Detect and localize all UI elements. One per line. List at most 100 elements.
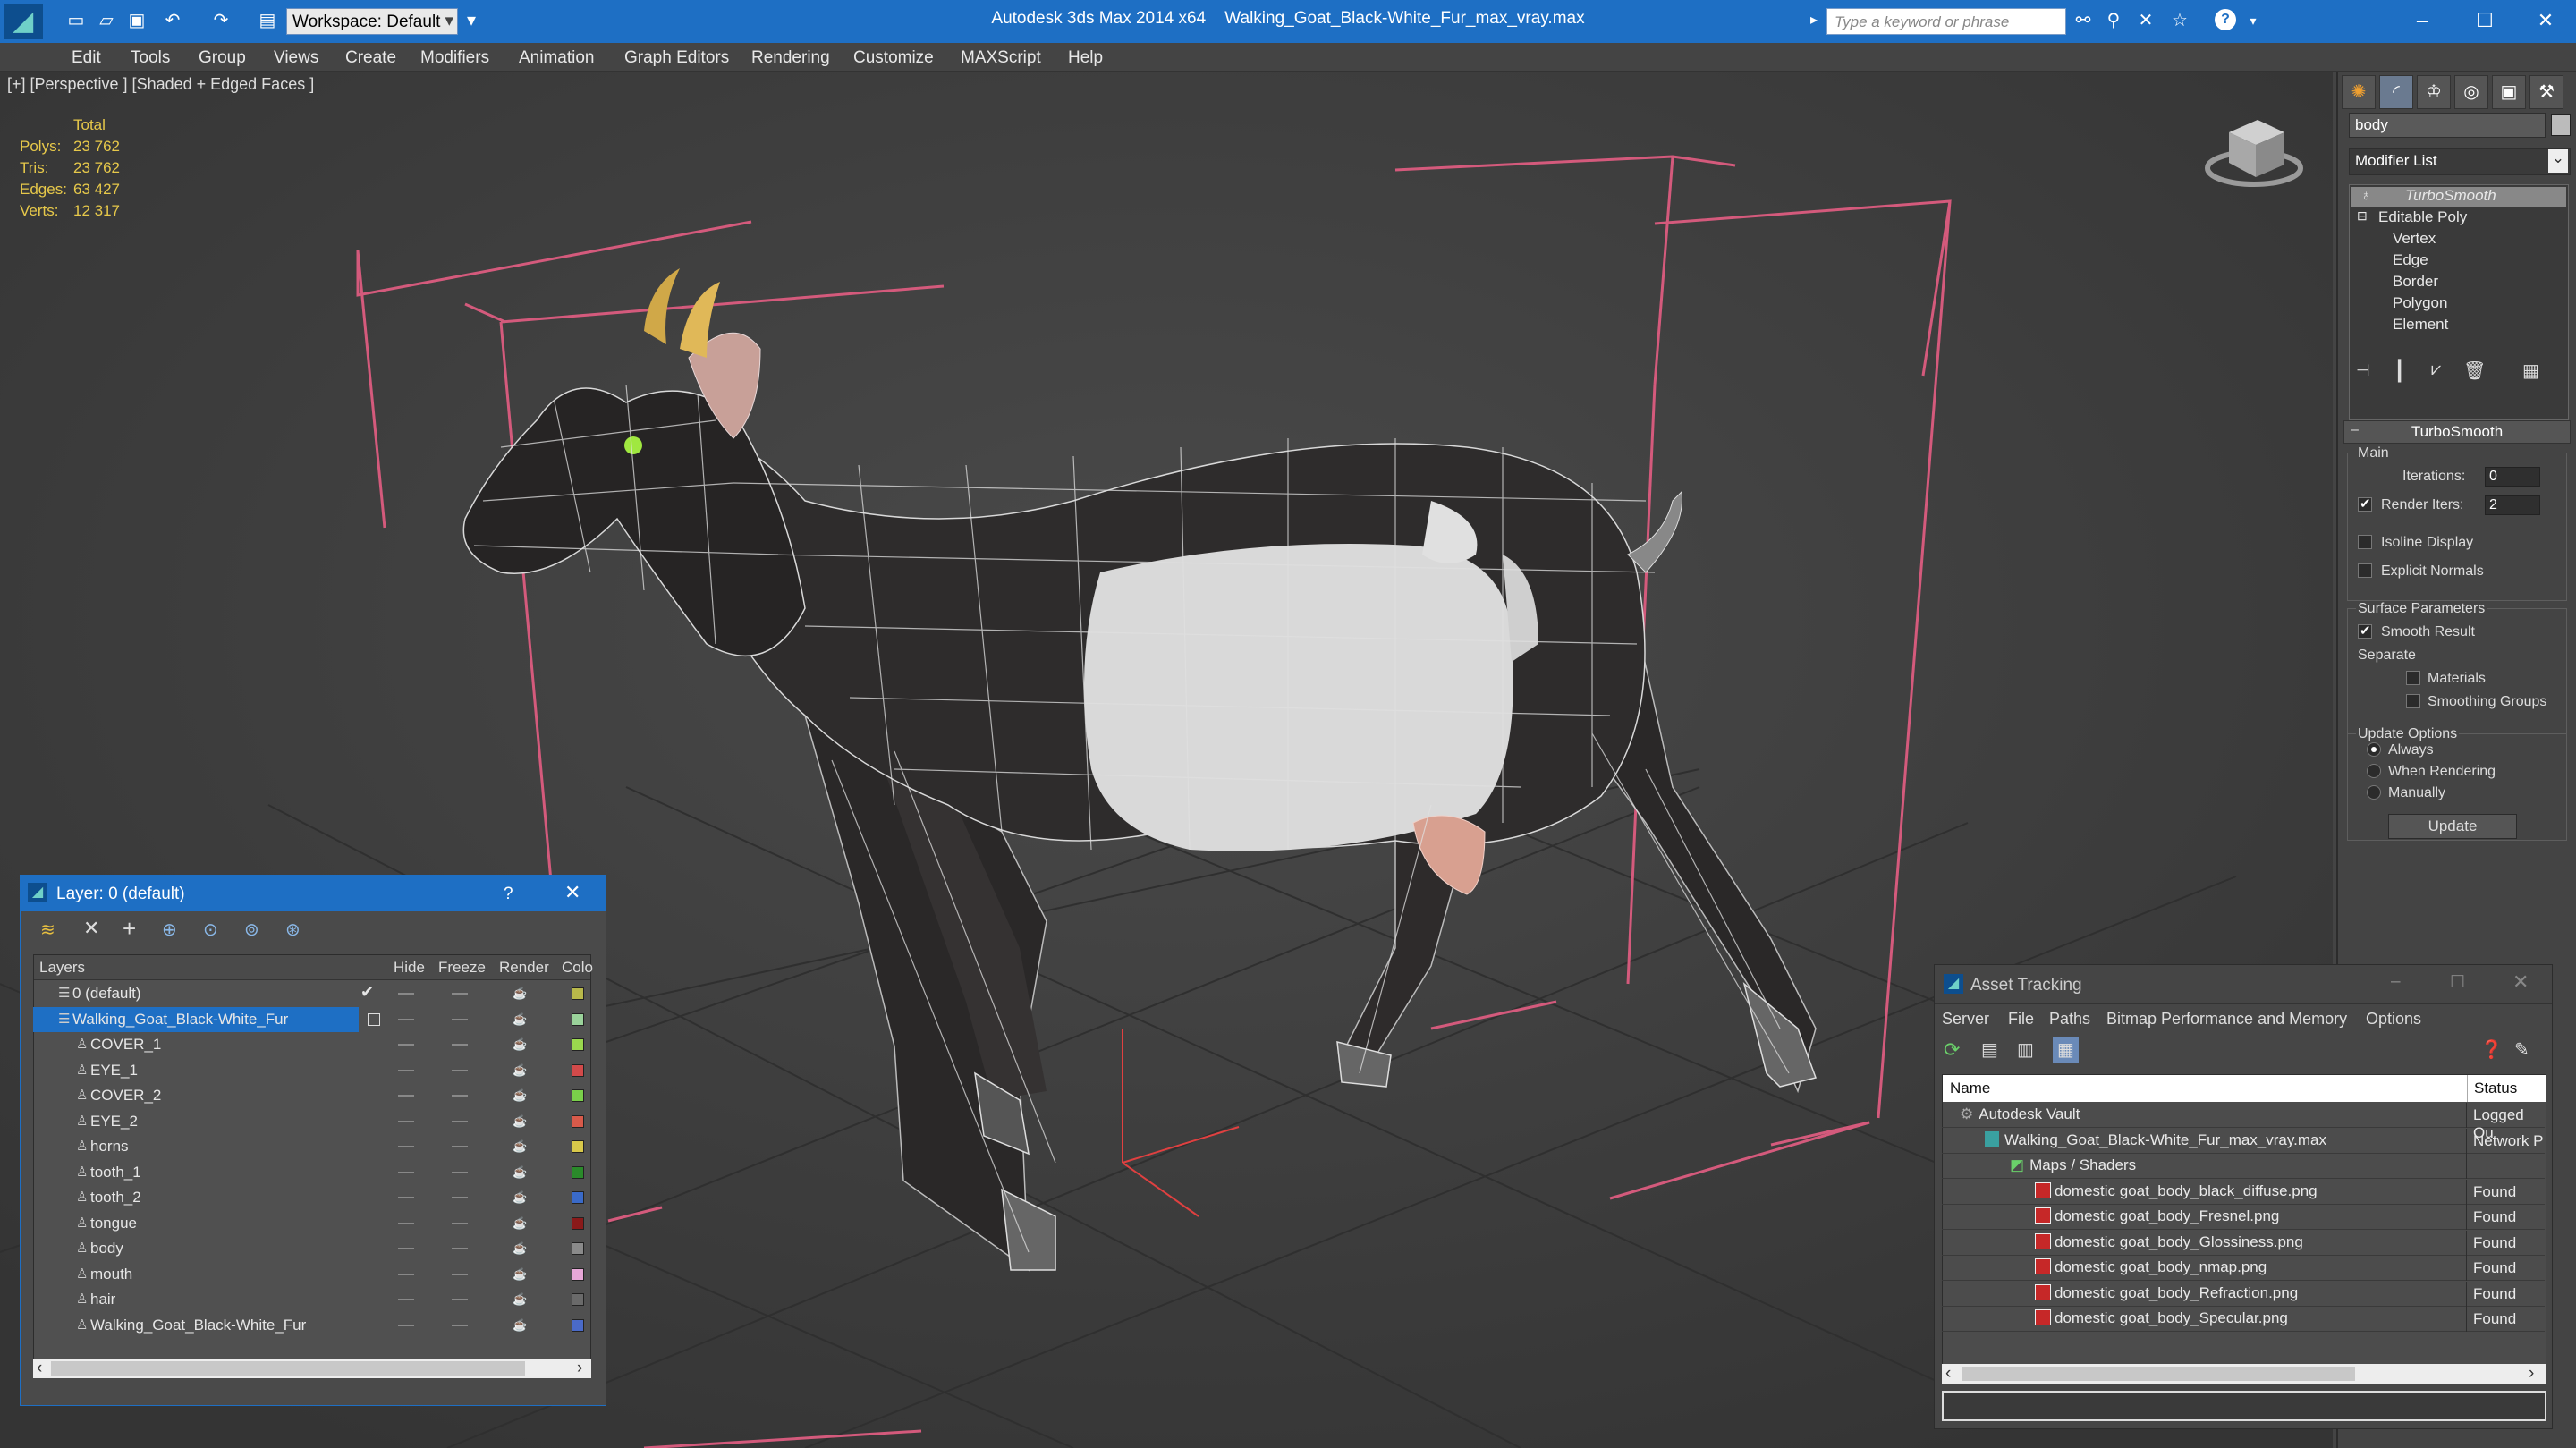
freeze-toggle[interactable] <box>452 1324 468 1326</box>
layer-row[interactable]: ♙ body ☕ <box>33 1236 591 1261</box>
layer-row[interactable]: ♙ tooth_2 ☕ <box>33 1185 591 1210</box>
hide-toggle[interactable] <box>398 1069 414 1071</box>
asset-close-button[interactable]: ✕ <box>2512 970 2529 994</box>
favorites-star-icon[interactable]: ☆ <box>2168 9 2191 32</box>
menu-rendering[interactable]: Rendering <box>751 48 830 68</box>
freeze-toggle[interactable] <box>452 1044 468 1046</box>
scroll-right-icon[interactable]: › <box>2529 1364 2534 1384</box>
render-iters-checkbox[interactable] <box>2358 495 2372 512</box>
freeze-toggle[interactable] <box>452 993 468 995</box>
stack-item-editable-poly[interactable]: Editable Poly <box>2378 208 2467 226</box>
asset-path-field[interactable] <box>1942 1391 2546 1421</box>
hide-toggle[interactable] <box>398 1324 414 1326</box>
subobject-polygon[interactable]: Polygon <box>2393 294 2447 312</box>
lightbulb-icon[interactable]: ♁ <box>2360 187 2372 205</box>
subobject-edge[interactable]: Edge <box>2393 251 2428 269</box>
save-file-icon[interactable]: ▣ <box>125 9 148 32</box>
menu-views[interactable]: Views <box>274 48 318 68</box>
viewport-label[interactable]: [+] [Perspective ] [Shaded + Edged Faces… <box>7 75 314 94</box>
asset-row[interactable]: domestic goat_body_Refraction.png Found <box>1942 1281 2545 1307</box>
layer-close-button[interactable]: ✕ <box>564 881 580 904</box>
asset-window-titlebar[interactable]: ◢ Asset Tracking – ☐ ✕ <box>1935 965 2552 1004</box>
hide-toggle[interactable] <box>398 1120 414 1122</box>
render-teapot-icon[interactable]: ☕ <box>513 1318 527 1332</box>
hide-toggle[interactable] <box>398 1171 414 1173</box>
always-radio[interactable] <box>2367 742 2381 757</box>
freeze-toggle[interactable] <box>452 1069 468 1071</box>
show-end-result-icon[interactable]: ┃ <box>2394 360 2405 383</box>
menu-tools[interactable]: Tools <box>131 48 170 68</box>
column-render[interactable]: Render <box>499 959 549 977</box>
table-view-icon[interactable]: ▦ <box>2053 1037 2079 1063</box>
asset-menu-bitmap[interactable]: Bitmap Performance and Memory <box>2106 1010 2347 1029</box>
layer-color-swatch[interactable] <box>572 1089 584 1102</box>
layer-row[interactable]: ♙ hair ☕ <box>33 1287 591 1312</box>
layer-row[interactable]: ♙ COVER_2 ☕ <box>33 1083 591 1108</box>
redo-icon[interactable]: ↷ <box>209 9 233 32</box>
asset-horizontal-scrollbar[interactable]: ‹ › <box>1942 1364 2546 1384</box>
select-objects-icon[interactable]: ⊕ <box>162 919 177 941</box>
remove-modifier-icon[interactable]: 🗑 <box>2463 360 2486 382</box>
layer-row[interactable]: ♙ tongue ☕ <box>33 1211 591 1236</box>
minimize-button[interactable]: – <box>2397 4 2447 38</box>
hide-toggle[interactable] <box>398 1018 414 1020</box>
layer-row[interactable]: ♙ tooth_1 ☕ <box>33 1160 591 1185</box>
configure-modifier-sets-icon[interactable]: ▦ <box>2522 360 2539 382</box>
asset-menu-options[interactable]: Options <box>2366 1010 2421 1029</box>
current-layer-box-icon[interactable] <box>368 1012 380 1026</box>
render-teapot-icon[interactable]: ☕ <box>513 1267 527 1281</box>
layer-row[interactable]: ♙ horns ☕ <box>33 1134 591 1159</box>
hide-toggle[interactable] <box>398 1273 414 1275</box>
layer-color-swatch[interactable] <box>572 1293 584 1306</box>
layer-row[interactable]: ♙ Walking_Goat_Black-White_Fur ☕ <box>33 1313 591 1338</box>
binoculars-icon[interactable]: ⚯ <box>2072 9 2095 32</box>
update-button[interactable]: Update <box>2388 814 2517 839</box>
open-file-icon[interactable]: ▱ <box>95 9 118 32</box>
layer-color-swatch[interactable] <box>572 1114 584 1128</box>
render-teapot-icon[interactable]: ☕ <box>513 1241 527 1255</box>
layer-help-button[interactable]: ? <box>504 885 513 904</box>
asset-menu-file[interactable]: File <box>2008 1010 2034 1029</box>
render-teapot-icon[interactable]: ☕ <box>513 1216 527 1230</box>
iterations-spinner[interactable]: 0 <box>2485 467 2540 487</box>
motion-tab-icon[interactable]: ◎ <box>2454 75 2488 109</box>
menu-help[interactable]: Help <box>1068 48 1103 68</box>
asset-row[interactable]: domestic goat_body_Fresnel.png Found <box>1942 1205 2545 1230</box>
layer-color-swatch[interactable] <box>572 1012 584 1026</box>
freeze-toggle[interactable] <box>452 1018 468 1020</box>
object-name-field[interactable]: body <box>2349 113 2546 138</box>
freeze-toggle[interactable] <box>452 1120 468 1122</box>
layer-row[interactable]: ♙ EYE_2 ☕ <box>33 1109 591 1134</box>
help-dropdown-icon[interactable]: ▾ <box>2241 9 2265 32</box>
freeze-toggle[interactable] <box>452 1248 468 1249</box>
layer-color-swatch[interactable] <box>572 1165 584 1179</box>
collapse-toggle-icon[interactable]: ⊟ <box>2357 208 2368 224</box>
layer-color-swatch[interactable] <box>572 1038 584 1051</box>
asset-row[interactable]: Walking_Goat_Black-White_Fur_max_vray.ma… <box>1942 1128 2545 1154</box>
layer-color-swatch[interactable] <box>572 1191 584 1204</box>
asset-menu-server[interactable]: Server <box>1942 1010 1989 1029</box>
layer-color-swatch[interactable] <box>572 1216 584 1230</box>
asset-help-icon[interactable]: ❓ <box>2480 1038 2503 1061</box>
quick-access-dropdown-icon[interactable]: ▾ <box>460 9 483 32</box>
column-hide[interactable]: Hide <box>394 959 425 977</box>
project-folder-icon[interactable]: ▤ <box>256 9 279 32</box>
layers-icon[interactable]: ≋ <box>40 919 55 941</box>
scroll-left-icon[interactable]: ‹ <box>1945 1364 1951 1384</box>
menu-animation[interactable]: Animation <box>519 48 595 68</box>
asset-row[interactable]: domestic goat_body_nmap.png Found <box>1942 1256 2545 1281</box>
hide-toggle[interactable] <box>398 1044 414 1046</box>
asset-row[interactable]: domestic goat_body_Glossiness.png Found <box>1942 1230 2545 1256</box>
asset-row[interactable]: domestic goat_body_Specular.png Found <box>1942 1307 2545 1332</box>
layer-color-swatch[interactable] <box>572 987 584 1000</box>
add-layer-icon[interactable]: + <box>123 915 136 943</box>
asset-row[interactable]: ◩ Maps / Shaders <box>1942 1154 2545 1179</box>
delete-layer-icon[interactable]: ✕ <box>83 917 99 940</box>
scroll-right-icon[interactable]: › <box>577 1359 582 1378</box>
close-button[interactable]: ✕ <box>2521 4 2571 38</box>
asset-minimize-button[interactable]: – <box>2391 972 2401 992</box>
freeze-toggle[interactable] <box>452 1197 468 1198</box>
layer-row[interactable]: ☰ 0 (default) ☕ ✔ <box>33 981 591 1006</box>
hide-toggle[interactable] <box>398 1197 414 1198</box>
subobject-border[interactable]: Border <box>2393 273 2438 291</box>
